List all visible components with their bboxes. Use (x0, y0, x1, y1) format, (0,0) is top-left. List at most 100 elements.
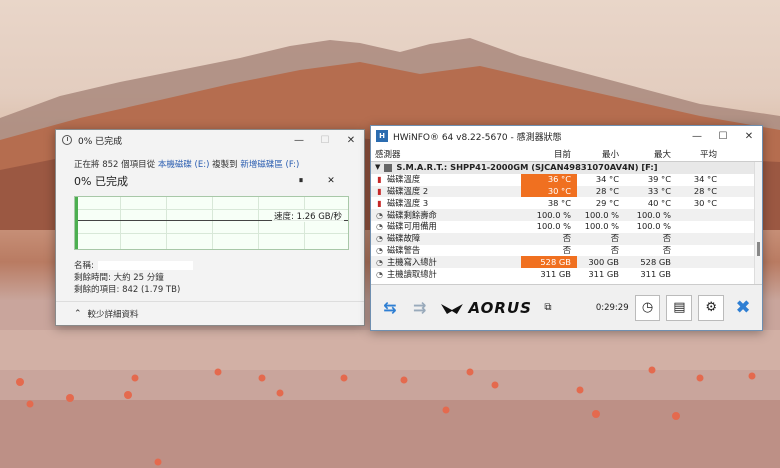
sensor-avg (677, 268, 723, 280)
clock-icon: ◔ (376, 245, 383, 255)
sensor-min: 100.0 % (584, 221, 619, 232)
less-details-toggle[interactable]: ⌃ 較少詳細資料 (56, 301, 364, 325)
group-label: S.M.A.R.T.: SHPP41-2000GM (SJCAN49831070… (396, 162, 658, 173)
sensor-max: 100.0 % (636, 209, 671, 220)
sensor-name: 磁碟溫度 3 (387, 197, 429, 208)
clock-icon[interactable]: ◷ (634, 294, 661, 321)
sensor-max: 40 °C (647, 197, 671, 208)
network-icon[interactable]: ⧉ (538, 298, 558, 318)
clock-icon: ◔ (376, 234, 383, 244)
maximize-button: ☐ (320, 134, 330, 146)
sensor-name: 磁碟剩餘壽命 (387, 209, 437, 220)
sensor-name: 主機讀取總計 (387, 268, 437, 279)
maximize-button[interactable]: ☐ (710, 126, 736, 146)
sensor-row[interactable]: ▮ 磁碟溫度 2 30 °C 28 °C 33 °C 28 °C (371, 185, 762, 198)
close-button[interactable]: ✕ (736, 126, 762, 146)
source-link[interactable]: 本機磁碟 (E:) (158, 160, 210, 170)
drive-icon (384, 163, 393, 172)
close-icon[interactable]: ✖ (730, 295, 756, 321)
sensor-current: 311 GB (540, 268, 571, 279)
sensor-current: 30 °C (521, 185, 577, 198)
chevron-up-icon: ⌃ (74, 308, 82, 319)
transfer-speed-graph: 速度: 1.26 GB/秒 (74, 196, 349, 250)
hwinfo-logo-icon: H (376, 130, 388, 142)
sensor-row[interactable]: ▮ 磁碟溫度 3 38 °C 29 °C 40 °C 30 °C (371, 197, 762, 209)
stop-button[interactable]: ✕ (316, 176, 346, 186)
header-avg[interactable]: 平均 (677, 148, 723, 160)
percent-complete: 0% 已完成 (74, 175, 128, 188)
sensor-avg: 30 °C (693, 197, 717, 208)
sensor-avg (677, 245, 723, 257)
copy-progress-window: 0% 已完成 — ☐ ✕ 正在將 852 個項目從 本機磁碟 (E:) 複製到 … (55, 129, 365, 326)
sensor-min: 100.0 % (584, 209, 619, 220)
sensor-avg: 34 °C (693, 174, 717, 185)
sensor-current: 100.0 % (536, 209, 571, 220)
sensor-name: 主機寫入總計 (387, 256, 437, 267)
sensor-min: 否 (610, 244, 619, 255)
copy-middle: 複製到 (212, 160, 238, 170)
redacted-name (97, 261, 193, 270)
sensor-group-row[interactable]: ▼ S.M.A.R.T.: SHPP41-2000GM (SJCAN498310… (371, 162, 762, 174)
header-sensor[interactable]: 感測器 (371, 148, 521, 160)
sensor-min: 300 GB (588, 256, 619, 267)
gear-icon[interactable]: ⚙ (698, 294, 725, 321)
copy-titlebar[interactable]: 0% 已完成 — ☐ ✕ (56, 130, 364, 150)
sensor-min: 29 °C (595, 197, 619, 208)
thermometer-icon: ▮ (377, 186, 382, 196)
sensor-name: 磁碟溫度 (387, 174, 421, 185)
aorus-eagle-logo (440, 303, 463, 314)
progress-fill (75, 197, 78, 249)
sensor-name: 磁碟溫度 2 (387, 185, 429, 196)
sensor-current: 100.0 % (536, 221, 571, 232)
sensor-name: 磁碟可用備用 (387, 221, 437, 232)
copy-info: 名稱: 剩餘時間: 大約 25 分鐘 剩餘的項目: 842 (1.79 TB) (74, 260, 346, 296)
aorus-brand: AORUS (468, 298, 532, 317)
thermometer-icon: ▮ (377, 175, 382, 185)
sensor-row[interactable]: ◔ 主機讀取總計 311 GB 311 GB 311 GB (371, 268, 762, 280)
minimize-button[interactable]: — (684, 126, 710, 146)
collapse-icon[interactable]: ▼ (375, 162, 380, 173)
clock-icon: ◔ (376, 222, 383, 232)
sensor-max: 否 (662, 233, 671, 244)
sensor-min: 否 (610, 233, 619, 244)
minimize-button[interactable]: — (286, 130, 312, 150)
sensor-row[interactable]: ◔ 主機寫入總計 528 GB 300 GB 528 GB (371, 256, 762, 269)
sensor-max: 39 °C (647, 174, 671, 185)
clock-icon: ◔ (376, 269, 383, 279)
sensor-min: 28 °C (595, 185, 619, 196)
arrow-right-icon[interactable]: ⇉ (407, 295, 433, 321)
sensor-avg (677, 209, 723, 221)
clock-icon: ◔ (376, 257, 383, 267)
sensor-table: ▼ S.M.A.R.T.: SHPP41-2000GM (SJCAN498310… (371, 162, 762, 284)
header-min[interactable]: 最小 (577, 148, 625, 160)
items-remaining: 剩餘的項目: 842 (1.79 TB) (74, 285, 181, 295)
sensor-table-header: 感測器 目前 最小 最大 平均 (371, 146, 762, 162)
pause-button[interactable]: ⏸ (286, 176, 316, 186)
sensor-row[interactable]: ◔ 磁碟剩餘壽命 100.0 % 100.0 % 100.0 % (371, 209, 762, 221)
elapsed-time: 0:29:29 (595, 302, 629, 313)
sensor-avg (677, 256, 723, 268)
hwinfo-window: H HWiNFO® 64 v8.22-5670 - 感測器狀態 — ☐ ✕ 感測… (370, 125, 763, 331)
clock-icon: ◔ (376, 210, 383, 220)
copy-window-title: 0% 已完成 (78, 136, 123, 147)
time-remaining: 剩餘時間: 大約 25 分鐘 (74, 273, 164, 283)
destination-link[interactable]: 新增磁碟區 (F:) (240, 160, 299, 170)
sensor-row[interactable]: ◔ 磁碟警告 否 否 否 (371, 245, 762, 257)
sensor-row[interactable]: ▮ 磁碟溫度 36 °C 34 °C 39 °C 34 °C (371, 173, 762, 186)
sensor-avg: 28 °C (693, 185, 717, 196)
arrow-left-icon[interactable]: ⇆ (377, 295, 403, 321)
hwinfo-titlebar[interactable]: H HWiNFO® 64 v8.22-5670 - 感測器狀態 — ☐ ✕ (371, 126, 762, 146)
report-icon[interactable]: ▤ (666, 294, 693, 321)
close-button[interactable]: ✕ (338, 130, 364, 150)
sensor-row[interactable]: ◔ 磁碟可用備用 100.0 % 100.0 % 100.0 % (371, 221, 762, 233)
sensor-current: 38 °C (547, 197, 571, 208)
vertical-scrollbar[interactable] (754, 162, 762, 284)
sensor-row[interactable]: ◔ 磁碟故障 否 否 否 (371, 232, 762, 245)
header-current[interactable]: 目前 (521, 148, 577, 160)
copy-description: 正在將 852 個項目從 本機磁碟 (E:) 複製到 新增磁碟區 (F:) (74, 158, 346, 170)
header-max[interactable]: 最大 (625, 148, 677, 160)
sensor-max: 528 GB (640, 256, 671, 267)
sensor-max: 否 (662, 244, 671, 255)
sensor-current: 528 GB (521, 256, 577, 269)
sensor-current: 否 (562, 233, 571, 244)
